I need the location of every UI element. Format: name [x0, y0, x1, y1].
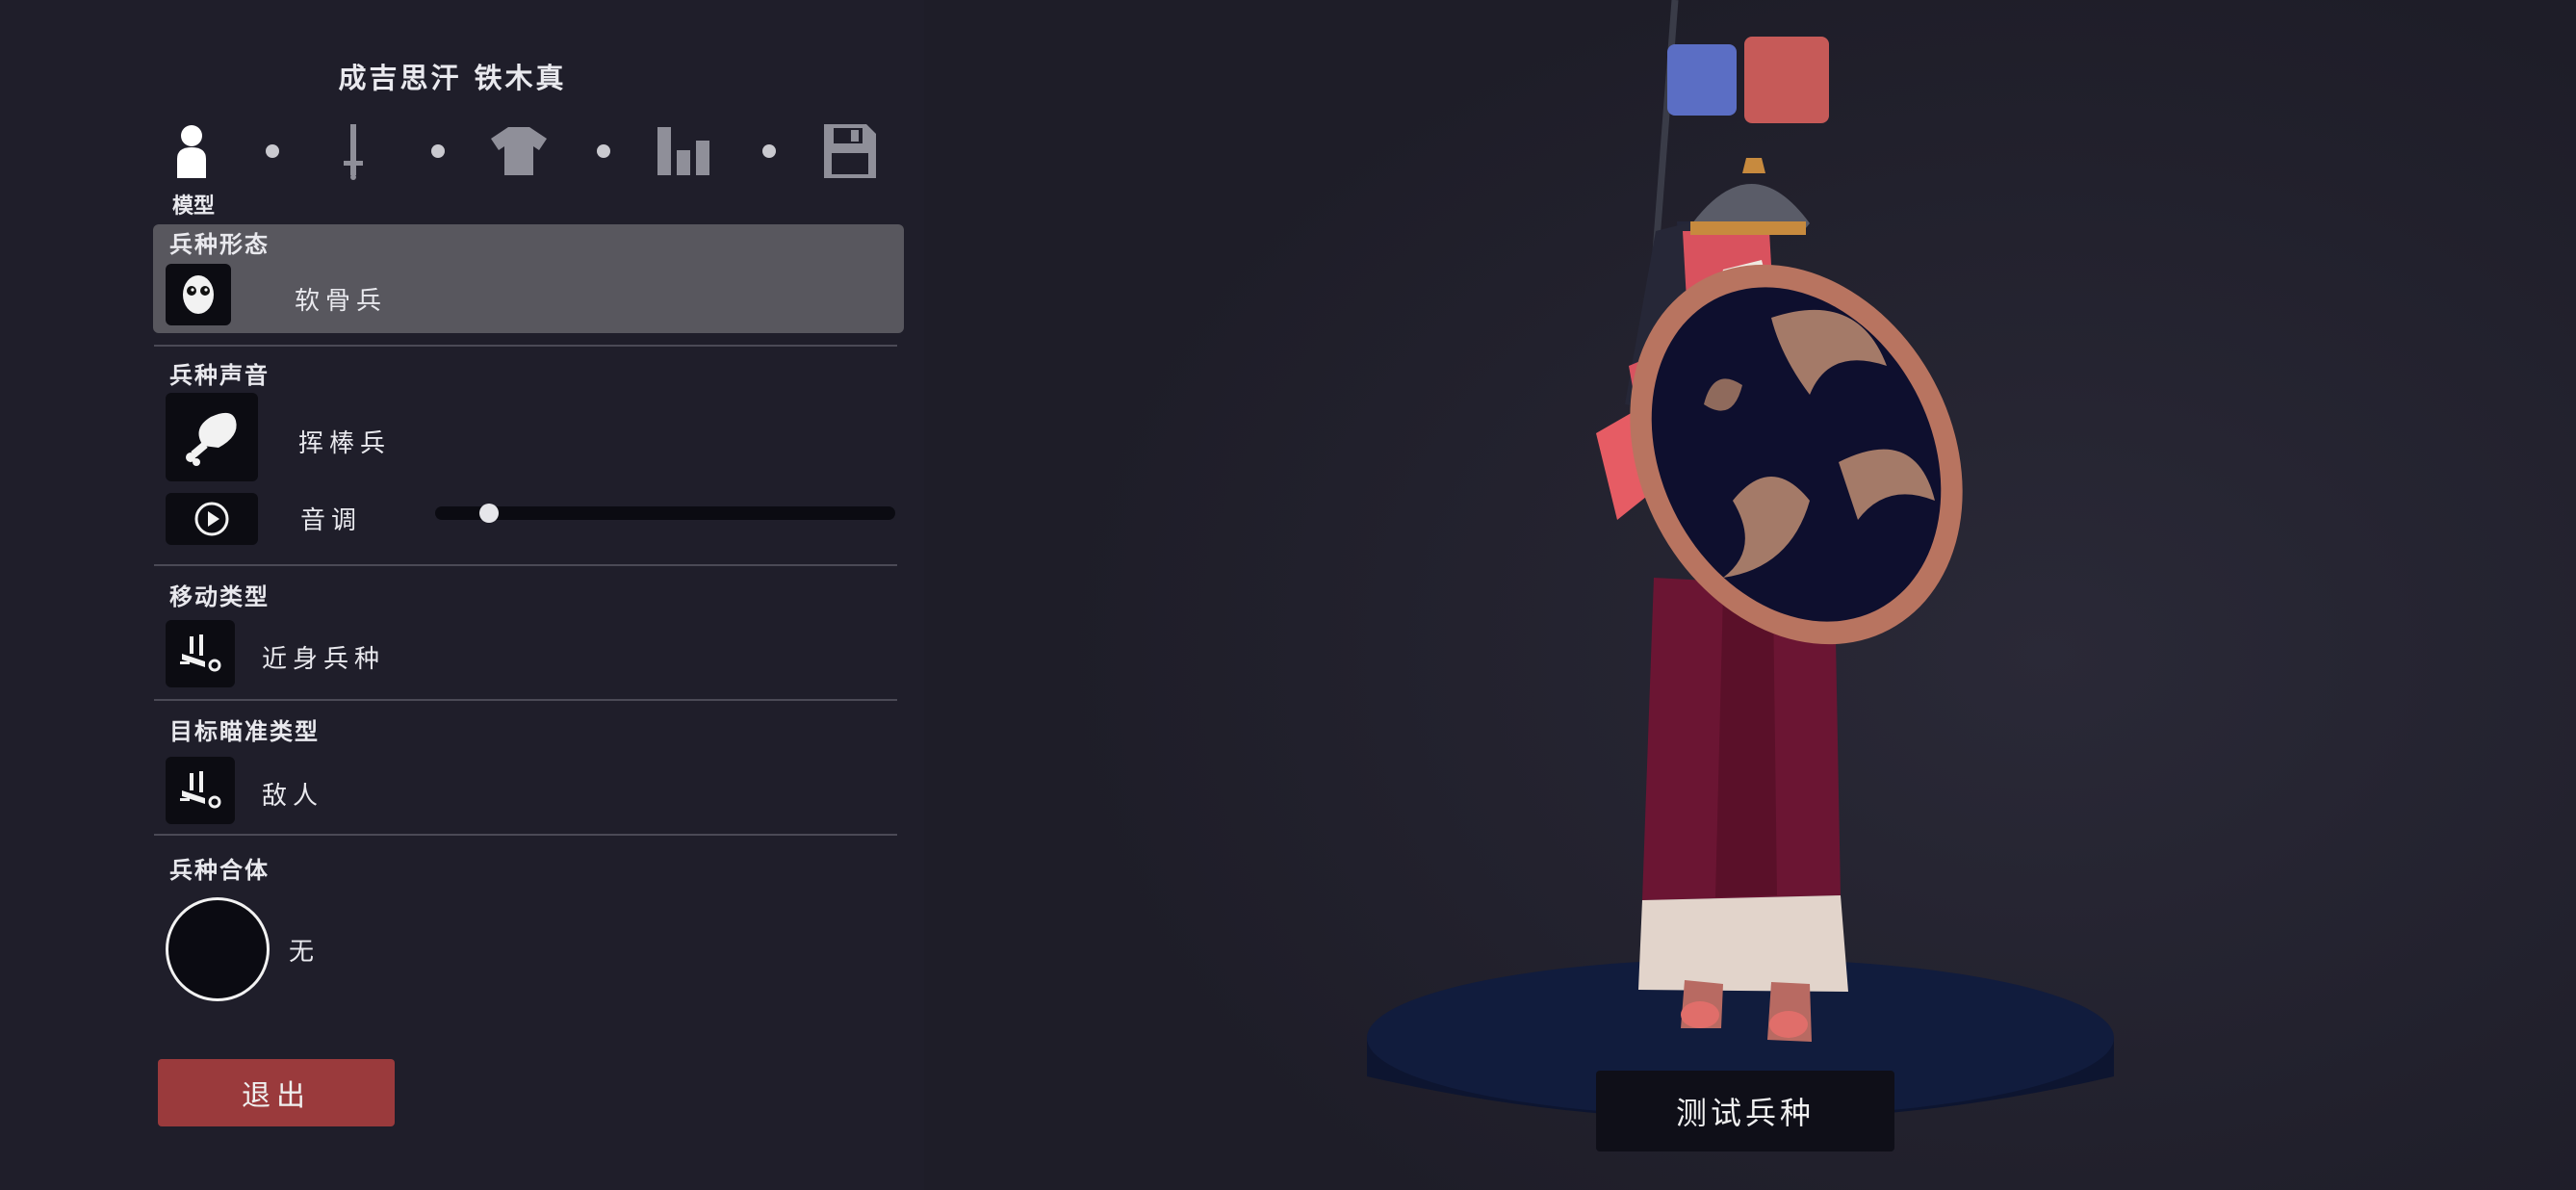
- team-blue-swatch[interactable]: [1667, 44, 1737, 116]
- unit-target-icon: [180, 771, 221, 809]
- tab-save[interactable]: [816, 116, 884, 187]
- stats-icon: [657, 127, 709, 175]
- section-title-targeting: 目标瞄准类型: [169, 718, 320, 745]
- section-divider: [154, 345, 897, 347]
- unit-name-title: 成吉思汗 铁木真: [338, 62, 567, 94]
- skull-face-icon: [183, 275, 214, 314]
- save-icon: [824, 124, 876, 178]
- pitch-slider[interactable]: [435, 504, 895, 523]
- form-value-label: 软骨兵: [295, 287, 388, 316]
- voice-value-label: 挥棒兵: [298, 429, 392, 458]
- section-title-combo: 兵种合体: [169, 857, 270, 884]
- tab-clothing[interactable]: [485, 116, 553, 187]
- pitch-label: 音调: [300, 506, 363, 535]
- section-divider: [154, 699, 897, 701]
- test-unit-button[interactable]: 测试兵种: [1596, 1071, 1894, 1151]
- targeting-value-label: 敌人: [262, 782, 324, 811]
- section-title-voice: 兵种声音: [169, 362, 270, 389]
- tab-stats[interactable]: [651, 116, 718, 187]
- targeting-option-button[interactable]: [166, 757, 235, 824]
- exit-button[interactable]: 退出: [158, 1059, 395, 1126]
- section-divider: [154, 564, 897, 566]
- tab-separator-dot: [431, 144, 445, 158]
- section-title-movement: 移动类型: [169, 583, 270, 610]
- unit-editor-panel: 成吉思汗 铁木真 模型 兵种形态 软骨兵 兵种声音 挥棒兵 音调 移动类型 近身…: [0, 0, 924, 1190]
- sword-icon: [344, 124, 363, 180]
- section-title-form: 兵种形态: [169, 231, 270, 258]
- team-red-swatch[interactable]: [1744, 37, 1829, 123]
- unit-move-icon: [180, 634, 221, 672]
- movement-value-label: 近身兵种: [262, 645, 386, 674]
- combo-value-label: 无: [289, 938, 321, 967]
- shirt-icon: [491, 127, 547, 175]
- movement-option-button[interactable]: [166, 620, 235, 687]
- section-divider: [154, 834, 897, 836]
- tab-separator-dot: [762, 144, 776, 158]
- voice-option-button[interactable]: [166, 393, 258, 481]
- tab-model[interactable]: [158, 116, 225, 187]
- editor-tab-bar: 模型: [154, 116, 886, 221]
- combo-option-button[interactable]: [166, 897, 270, 1001]
- tab-separator-dot: [266, 144, 279, 158]
- person-icon: [177, 125, 206, 178]
- tab-model-label: 模型: [171, 194, 215, 219]
- form-option-button[interactable]: [166, 264, 231, 325]
- play-voice-button[interactable]: [166, 493, 258, 545]
- play-icon: [194, 502, 229, 536]
- pitch-slider-handle[interactable]: [478, 504, 499, 523]
- drumstick-icon: [186, 412, 237, 466]
- tab-separator-dot: [597, 144, 610, 158]
- tab-weapons[interactable]: [320, 116, 387, 187]
